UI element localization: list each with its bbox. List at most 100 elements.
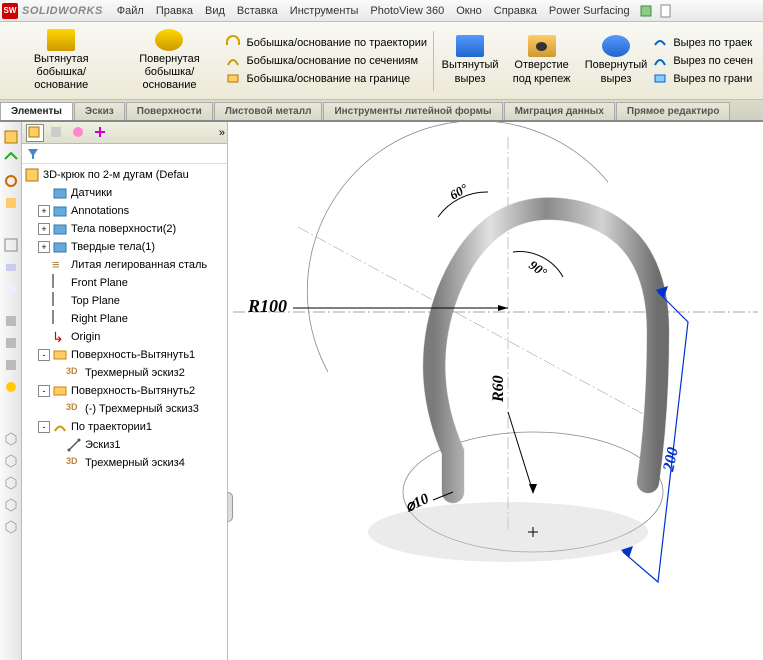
- tab-features[interactable]: Элементы: [0, 102, 73, 120]
- model-viewport[interactable]: 200 R100 R60 ⌀10 60° 90°: [228, 122, 763, 660]
- tree-node-1[interactable]: + Annotations: [24, 202, 225, 220]
- lt-icon-iso5[interactable]: [3, 519, 19, 535]
- cut-sweep-icon: [653, 35, 669, 51]
- feature-tree[interactable]: 3D-крюк по 2-м дугам (Defau Датчики + Anno…: [22, 164, 227, 660]
- lt-icon-iso1[interactable]: [3, 431, 19, 447]
- dim-tab-icon[interactable]: [92, 124, 110, 142]
- tree-label: Твердые тела(1): [71, 241, 155, 253]
- new-doc-icon[interactable]: [658, 3, 674, 19]
- menu-window[interactable]: Окно: [450, 3, 488, 19]
- lt-icon-6[interactable]: [3, 259, 19, 275]
- tree-node-2[interactable]: +Тела поверхности(2): [24, 220, 225, 238]
- lt-icon-iso3[interactable]: [3, 475, 19, 491]
- dim-r100-text[interactable]: R100: [247, 296, 287, 316]
- tree-toggle[interactable]: -: [38, 385, 50, 397]
- extrude-boss-button[interactable]: Вытянутая бобышка/основание: [8, 27, 114, 95]
- lt-icon-1[interactable]: [3, 129, 19, 145]
- tab-sheetmetal[interactable]: Листовой металл: [214, 102, 323, 120]
- menu-file[interactable]: Файл: [111, 3, 150, 19]
- cut-boundary-button[interactable]: Вырез по грани: [651, 70, 755, 88]
- tab-migration[interactable]: Миграция данных: [504, 102, 615, 120]
- tree-node-9[interactable]: -Поверхность-Вытянуть1: [24, 346, 225, 364]
- sweep-icon: [226, 35, 242, 51]
- hole-wizard-button[interactable]: Отверстие под крепеж: [503, 33, 581, 87]
- lt-icon-10[interactable]: [3, 357, 19, 373]
- sweep-boss-button[interactable]: Бобышка/основание по траектории: [224, 34, 429, 52]
- lt-icon-8[interactable]: [3, 313, 19, 329]
- tree-toggle: [38, 331, 50, 343]
- menu-insert[interactable]: Вставка: [231, 3, 284, 19]
- tab-direct-edit[interactable]: Прямое редактиро: [616, 102, 731, 120]
- panel-expand-icon[interactable]: »: [219, 127, 225, 139]
- tree-root[interactable]: 3D-крюк по 2-м дугам (Defau: [24, 166, 225, 184]
- command-tabs: Элементы Эскиз Поверхности Листовой мета…: [0, 100, 763, 122]
- tree-node-7[interactable]: Right Plane: [24, 310, 225, 328]
- tree-toggle[interactable]: +: [38, 205, 50, 217]
- cut-loft-button[interactable]: Вырез по сечен: [651, 52, 755, 70]
- lt-icon-4[interactable]: [3, 195, 19, 211]
- loft-boss-button[interactable]: Бобышка/основание по сечениям: [224, 52, 429, 70]
- tree-toggle: [38, 295, 50, 307]
- tree-label: (-) Трехмерный эскиз3: [85, 403, 199, 415]
- tree-node-11[interactable]: -Поверхность-Вытянуть2: [24, 382, 225, 400]
- tree-node-15[interactable]: 3DТрехмерный эскиз4: [24, 454, 225, 472]
- tree-node-13[interactable]: -По траектории1: [24, 418, 225, 436]
- tab-sketch[interactable]: Эскиз: [74, 102, 125, 120]
- tree-toggle[interactable]: +: [38, 223, 50, 235]
- tab-mold[interactable]: Инструменты литейной формы: [323, 102, 502, 120]
- lt-icon-9[interactable]: [3, 335, 19, 351]
- menu-view[interactable]: Вид: [199, 3, 231, 19]
- lt-icon-iso4[interactable]: [3, 497, 19, 513]
- revolve-icon: [155, 29, 183, 51]
- cut-extrude-button[interactable]: Вытянутый вырез: [438, 33, 503, 87]
- menu-tools[interactable]: Инструменты: [284, 3, 365, 19]
- lt-icon-5[interactable]: [3, 237, 19, 253]
- tree-toggle[interactable]: +: [38, 241, 50, 253]
- cut-revolve-button[interactable]: Повернутый вырез: [581, 33, 652, 87]
- dim-angle60-text[interactable]: 60°: [447, 180, 471, 202]
- toolbar-icon-1[interactable]: [638, 3, 654, 19]
- lt-icon-3[interactable]: [3, 173, 19, 189]
- tree-node-3[interactable]: + Твердые тела(1): [24, 238, 225, 256]
- tree-node-5[interactable]: Front Plane: [24, 274, 225, 292]
- tree-tab-icon[interactable]: [26, 124, 44, 142]
- boundary-boss-button[interactable]: Бобышка/основание на границе: [224, 70, 429, 88]
- dim-r60-arrow: [529, 484, 537, 494]
- tree-node-14[interactable]: Эскиз1: [24, 436, 225, 454]
- dim-angle90-text[interactable]: 90°: [526, 257, 550, 280]
- menu-photoview[interactable]: PhotoView 360: [364, 3, 450, 19]
- ribbon-separator: [433, 31, 434, 91]
- tree-node-4[interactable]: ≡Литая легированная сталь: [24, 256, 225, 274]
- tree-node-6[interactable]: Top Plane: [24, 292, 225, 310]
- lt-icon-7[interactable]: [3, 281, 19, 297]
- revolve-boss-button[interactable]: Повернутая бобышка/основание: [114, 27, 224, 95]
- tree-node-0[interactable]: Датчики: [24, 184, 225, 202]
- tree-node-10[interactable]: 3DТрехмерный эскиз2: [24, 364, 225, 382]
- viewport-svg: 200 R100 R60 ⌀10 60° 90°: [228, 122, 763, 660]
- tree-label: Annotations: [71, 205, 129, 217]
- cut-sweep-button[interactable]: Вырез по траек: [651, 34, 755, 52]
- filter-icon[interactable]: [26, 147, 40, 161]
- tree-node-12[interactable]: 3D(-) Трехмерный эскиз3: [24, 400, 225, 418]
- appearance-tab-icon[interactable]: [114, 124, 132, 142]
- tree-toggle[interactable]: -: [38, 349, 50, 361]
- lt-icon-iso2[interactable]: [3, 453, 19, 469]
- tree-node-8[interactable]: ↳Origin: [24, 328, 225, 346]
- tab-surfaces[interactable]: Поверхности: [126, 102, 213, 120]
- tree-toggle[interactable]: -: [38, 421, 50, 433]
- menu-help[interactable]: Справка: [488, 3, 543, 19]
- lt-icon-11[interactable]: [3, 379, 19, 395]
- panel-handle[interactable]: [228, 492, 233, 522]
- config-tab-icon[interactable]: [70, 124, 88, 142]
- dim-r60-text[interactable]: R60: [490, 375, 507, 403]
- lt-icon-2[interactable]: [3, 151, 19, 167]
- workspace: » 3D-крюк по 2-м дугам (Defau Датчики + An…: [0, 122, 763, 660]
- cut-revolve-icon: [602, 35, 630, 57]
- tree-label: Right Plane: [71, 313, 128, 325]
- tree-toggle: [38, 313, 50, 325]
- sketch-icon: [66, 437, 82, 453]
- menu-power-surfacing[interactable]: Power Surfacing: [543, 3, 636, 19]
- menu-edit[interactable]: Правка: [150, 3, 199, 19]
- property-tab-icon[interactable]: [48, 124, 66, 142]
- cut-list: Вырез по траек Вырез по сечен Вырез по г…: [651, 34, 755, 88]
